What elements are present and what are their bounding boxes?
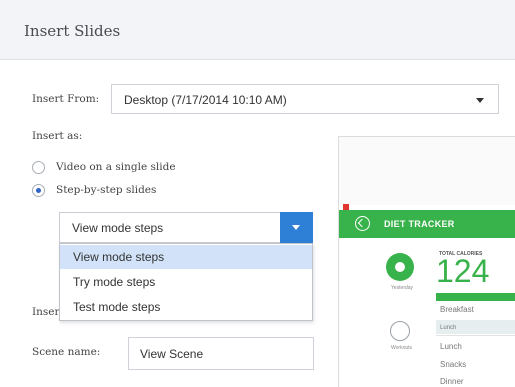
preview-row-dinner: Dinner <box>440 377 464 386</box>
preview-top-area <box>339 137 515 205</box>
dialog-title: Insert Slides <box>24 22 121 40</box>
radio-video-single-slide[interactable] <box>32 161 45 174</box>
preview-row-selected-text: Lunch <box>440 325 457 331</box>
mode-dropdown-menu: View mode steps Try mode steps Test mode… <box>59 243 313 321</box>
mode-select-value: View mode steps <box>72 221 164 235</box>
scene-name-input[interactable]: View Scene <box>128 337 314 370</box>
preview-ring-icon <box>390 321 410 341</box>
insert-from-select[interactable]: Desktop (7/17/2014 10:10 AM) <box>111 84 499 114</box>
preview-green-row <box>436 293 515 301</box>
mode-select[interactable]: View mode steps <box>59 212 313 243</box>
radio-selected-dot <box>36 188 41 193</box>
insert-from-label: Insert From: <box>32 93 100 105</box>
insert-from-value: Desktop (7/17/2014 10:10 AM) <box>124 93 287 107</box>
radio-step-by-step[interactable] <box>32 184 45 197</box>
menu-item-try-mode-steps[interactable]: Try mode steps <box>60 270 312 294</box>
preview-left-caption-2: Workouts <box>391 345 413 351</box>
preview-row-selected: Lunch <box>436 320 515 334</box>
preview-calories-value: 124 <box>436 253 490 289</box>
preview-row-snacks: Snacks <box>440 360 467 369</box>
preview-green-circle-icon <box>386 253 414 281</box>
menu-item-view-mode-steps[interactable]: View mode steps <box>60 245 312 269</box>
preview-app-bar: DIET TRACKER <box>339 210 515 238</box>
insert-as-label: Insert as: <box>32 130 83 142</box>
preview-app-title: DIET TRACKER <box>384 219 455 229</box>
chevron-down-icon <box>292 225 300 230</box>
radio-step-by-step-label[interactable]: Step-by-step slides <box>56 184 156 196</box>
scene-name-label: Scene name: <box>32 346 101 358</box>
insert-partial-label: Inser <box>32 306 60 318</box>
radio-video-single-slide-label[interactable]: Video on a single slide <box>56 161 176 173</box>
preview-divider <box>436 335 515 336</box>
mode-dropdown-button[interactable] <box>280 212 313 243</box>
scene-name-value: View Scene <box>140 347 204 361</box>
dialog-header: Insert Slides <box>0 0 515 60</box>
menu-item-test-mode-steps[interactable]: Test mode steps <box>60 295 312 319</box>
preview-row-breakfast: Breakfast <box>440 305 474 314</box>
preview-row-lunch: Lunch <box>440 342 462 351</box>
chevron-down-icon <box>476 98 484 103</box>
preview-left-caption-1: Yesterday <box>391 285 414 291</box>
back-arrow-icon <box>355 216 370 231</box>
slide-preview: DIET TRACKER Yesterday Workouts TOTAL CA… <box>338 136 515 387</box>
